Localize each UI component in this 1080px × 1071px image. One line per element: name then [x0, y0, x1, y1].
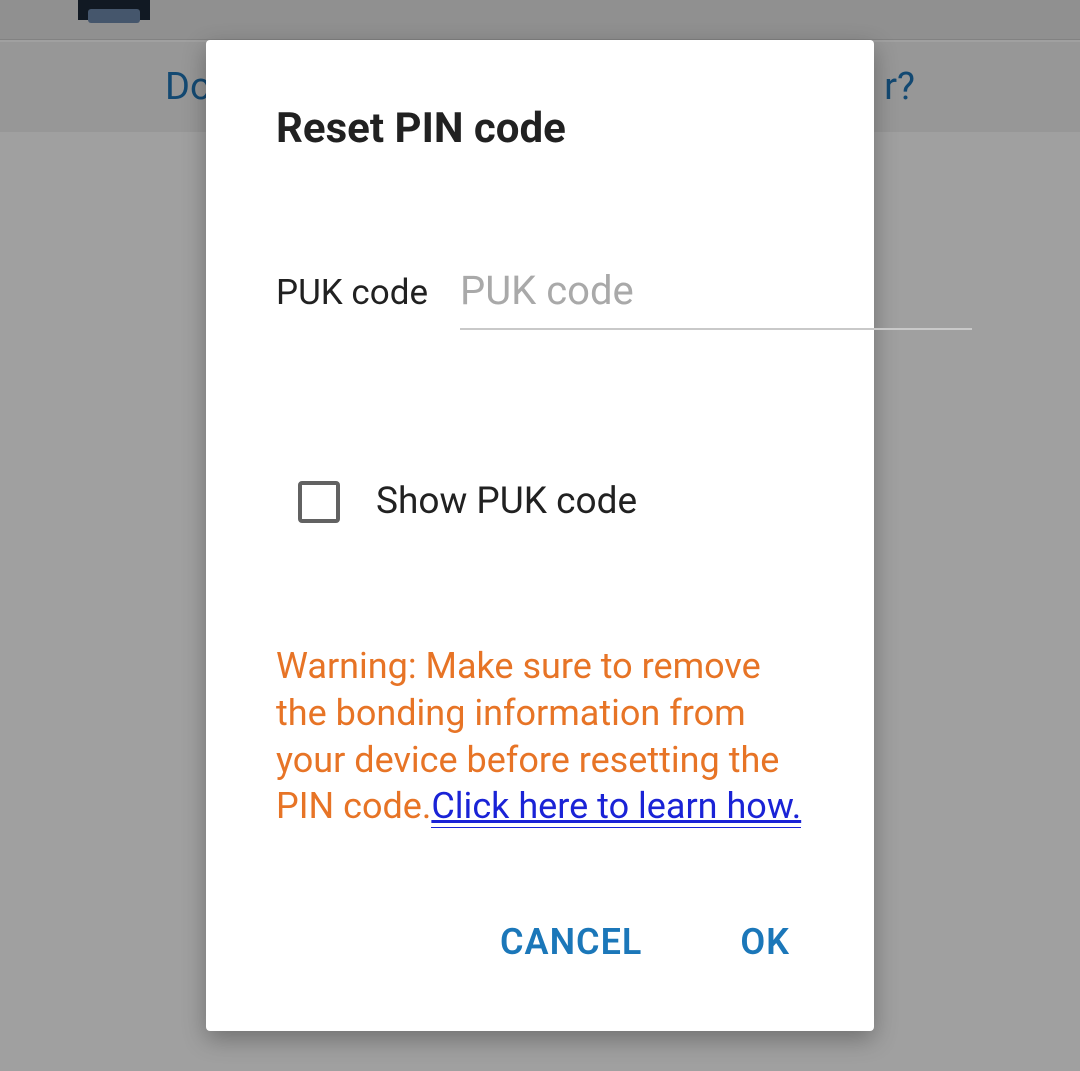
puk-field-row: PUK code	[276, 263, 804, 330]
show-puk-row[interactable]: Show PUK code	[298, 480, 804, 523]
puk-code-label: PUK code	[276, 272, 428, 313]
cancel-button[interactable]: CANCEL	[496, 913, 646, 971]
warning-learn-how-link[interactable]: Click here to learn how.	[431, 785, 801, 828]
ok-button[interactable]: OK	[736, 913, 794, 971]
show-puk-checkbox[interactable]	[298, 481, 340, 523]
dialog-button-row: CANCEL OK	[276, 913, 804, 1031]
show-puk-label: Show PUK code	[376, 480, 637, 523]
puk-code-input[interactable]	[460, 263, 972, 330]
reset-pin-dialog: Reset PIN code PUK code Show PUK code Wa…	[206, 40, 874, 1031]
dialog-title: Reset PIN code	[276, 104, 804, 153]
warning-message: Warning: Make sure to remove the bonding…	[276, 643, 804, 830]
